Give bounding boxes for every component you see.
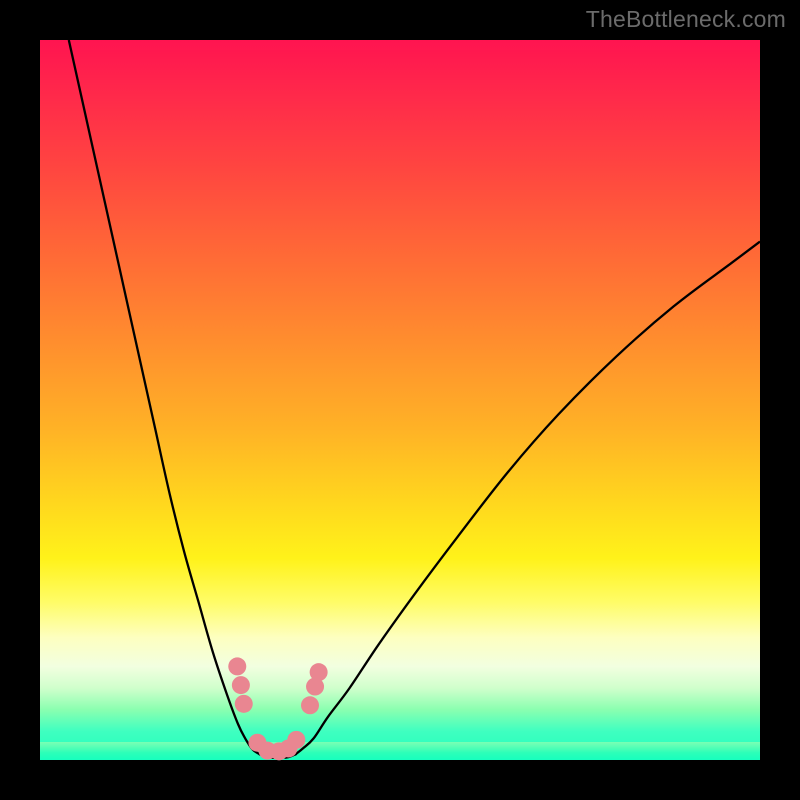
watermark-text: TheBottleneck.com — [586, 6, 786, 33]
data-marker — [287, 731, 305, 749]
chart-svg — [40, 40, 760, 760]
data-marker — [310, 663, 328, 681]
curve-group — [69, 40, 760, 758]
marker-group — [228, 657, 327, 760]
chart-plot-area — [40, 40, 760, 760]
bottleneck-curve — [69, 40, 760, 758]
data-marker — [235, 695, 253, 713]
data-marker — [228, 657, 246, 675]
outer-frame: TheBottleneck.com — [0, 0, 800, 800]
data-marker — [232, 676, 250, 694]
data-marker — [301, 696, 319, 714]
